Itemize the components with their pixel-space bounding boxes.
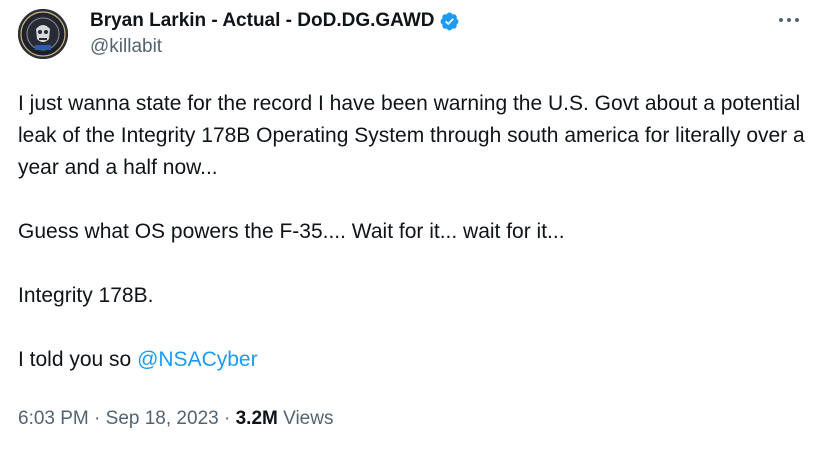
tweet-paragraph-3: Integrity 178B. xyxy=(18,284,154,307)
avatar-seal-image xyxy=(20,11,66,57)
verified-badge-icon xyxy=(439,11,460,32)
author-handle[interactable]: @killabit xyxy=(90,35,162,59)
meta-separator: · xyxy=(223,408,231,429)
more-horizontal-icon xyxy=(779,18,783,22)
tweet-time[interactable]: 6:03 PM xyxy=(18,408,89,429)
tweet-date[interactable]: Sep 18, 2023 xyxy=(106,408,219,429)
more-horizontal-icon-dot xyxy=(795,18,799,22)
meta-separator: · xyxy=(94,408,101,429)
tweet-card: Bryan Larkin - Actual - DoD.DG.GAWD @kil… xyxy=(0,0,822,455)
author-name-row: Bryan Larkin - Actual - DoD.DG.GAWD xyxy=(90,9,460,33)
author-display-name[interactable]: Bryan Larkin - Actual - DoD.DG.GAWD xyxy=(90,9,435,33)
tweet-paragraph-1: I just wanna state for the record I have… xyxy=(18,92,805,179)
views-count: 3.2M xyxy=(235,408,278,429)
tweet-meta: 6:03 PM · Sep 18, 2023 · 3.2M Views xyxy=(18,406,333,432)
more-horizontal-icon-dot xyxy=(787,18,791,22)
tweet-text: I just wanna state for the record I have… xyxy=(18,88,808,376)
mention-link[interactable]: @NSACyber xyxy=(137,348,258,371)
avatar[interactable] xyxy=(18,9,68,59)
tweet-last-line-text: I told you so xyxy=(18,348,138,371)
tweet-paragraph-2: Guess what OS powers the F-35.... Wait f… xyxy=(18,220,565,243)
views-label: Views xyxy=(283,408,334,429)
more-options-button[interactable] xyxy=(774,8,804,32)
tweet-paragraph-4: I told you so @NSACyber xyxy=(18,344,808,376)
